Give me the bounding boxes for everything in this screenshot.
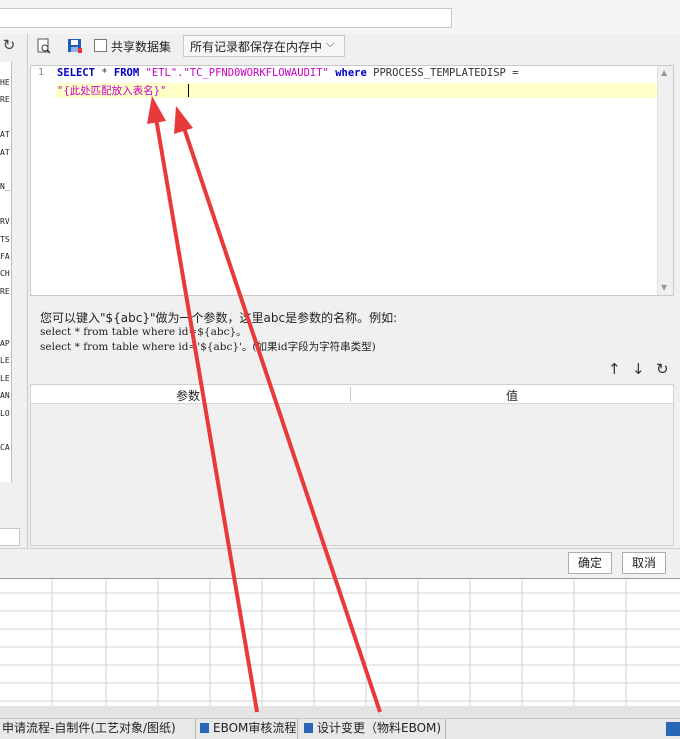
sheet-tab-label: EBOM审核流程 bbox=[213, 721, 297, 735]
spreadsheet-grid[interactable] bbox=[0, 578, 680, 706]
preview-icon[interactable] bbox=[36, 38, 52, 54]
scroll-up-icon[interactable]: ▲ bbox=[661, 68, 667, 77]
storage-mode-value: 所有记录都保存在内存中 bbox=[190, 40, 323, 54]
sql-editor[interactable] bbox=[30, 65, 674, 296]
hint-example-2: select * from table where id='${abc}'。(如… bbox=[40, 341, 376, 353]
report-icon bbox=[200, 723, 209, 733]
left-list-item[interactable]: TS bbox=[0, 235, 11, 244]
sql-table-name: "ETL"."TC_PFND0WORKFLOWAUDIT" bbox=[145, 67, 329, 79]
column-header-value: 值 bbox=[506, 389, 519, 403]
refresh-icon[interactable]: ↻ bbox=[0, 34, 18, 56]
left-bottom-input[interactable] bbox=[0, 528, 20, 546]
line-number: 1 bbox=[38, 67, 45, 78]
left-list-item[interactable]: AN bbox=[0, 391, 11, 400]
sql-condition: PPROCESS_TEMPLATEDISP = bbox=[366, 67, 519, 79]
chevron-down-icon[interactable]: ⌵ bbox=[326, 37, 334, 51]
text-cursor bbox=[188, 84, 189, 97]
sql-line-1: SELECT * FROM "ETL"."TC_PFND0WORKFLOWAUD… bbox=[57, 67, 519, 79]
left-list-item[interactable]: AT bbox=[0, 130, 11, 139]
editor-scrollbar[interactable]: ▲ ▼ bbox=[657, 66, 673, 295]
left-table-list[interactable]: HE RE AT AT N_ RV TS FA CH RE AP LE LE AN LO CA bbox=[0, 62, 12, 482]
sql-keyword: where bbox=[335, 67, 367, 79]
arrow-up-icon[interactable]: ↑ bbox=[608, 360, 621, 378]
sheet-scroll-strip bbox=[0, 706, 680, 718]
column-divider bbox=[350, 387, 351, 402]
sheet-tab-label: 设计变更（物料EBOM) bbox=[317, 721, 442, 735]
left-list-item[interactable]: N_ bbox=[0, 182, 11, 191]
sheet-tab-label: 申请流程-自制件(工艺对象/图纸) bbox=[2, 721, 176, 735]
refresh-icon[interactable]: ↻ bbox=[656, 360, 669, 378]
top-input[interactable] bbox=[0, 8, 452, 28]
left-list-item[interactable]: RE bbox=[0, 287, 11, 296]
left-list-item[interactable]: AT bbox=[0, 148, 11, 157]
sql-keyword: SELECT bbox=[57, 67, 95, 79]
sql-line-2: "{此处匹配放入表名}" bbox=[57, 85, 167, 97]
corner-icon[interactable] bbox=[666, 722, 680, 736]
share-dataset-checkbox[interactable] bbox=[94, 39, 107, 52]
sql-star: * bbox=[94, 67, 114, 79]
save-icon[interactable] bbox=[67, 38, 83, 54]
cancel-button[interactable]: 取消 bbox=[622, 552, 666, 574]
sheet-tab[interactable]: 设计变更（物料EBOM) bbox=[300, 719, 446, 739]
left-list-item[interactable]: LE bbox=[0, 374, 11, 383]
left-list-item[interactable]: HE bbox=[0, 78, 11, 87]
parameter-table-header bbox=[31, 385, 673, 404]
sheet-tab[interactable]: 申请流程-自制件(工艺对象/图纸) bbox=[0, 719, 196, 739]
parameter-table[interactable] bbox=[30, 384, 674, 546]
column-header-param: 参数 bbox=[176, 389, 201, 403]
share-dataset-label: 共享数据集 bbox=[111, 40, 172, 54]
left-list-item[interactable]: LE bbox=[0, 356, 11, 365]
sql-keyword: FROM bbox=[113, 67, 140, 79]
ok-button[interactable]: 确定 bbox=[568, 552, 612, 574]
left-list-item[interactable]: RV bbox=[0, 217, 11, 226]
left-list-item[interactable]: CH bbox=[0, 269, 11, 278]
sheet-tab[interactable]: EBOM审核流程 bbox=[196, 719, 298, 739]
grid-lines bbox=[0, 579, 680, 706]
left-list-item[interactable]: FA bbox=[0, 252, 11, 261]
editor-gutter bbox=[31, 66, 55, 295]
scroll-down-icon[interactable]: ▼ bbox=[661, 283, 667, 292]
arrow-down-icon[interactable]: ↓ bbox=[632, 360, 645, 378]
hint-example-1: select * from table where id=${abc}。 bbox=[40, 326, 247, 338]
left-list-item[interactable]: AP bbox=[0, 339, 11, 348]
left-list-item[interactable]: LO bbox=[0, 409, 11, 418]
left-list-item[interactable]: CA bbox=[0, 443, 11, 452]
report-icon bbox=[304, 723, 313, 733]
left-list-item[interactable]: RE bbox=[0, 95, 11, 104]
